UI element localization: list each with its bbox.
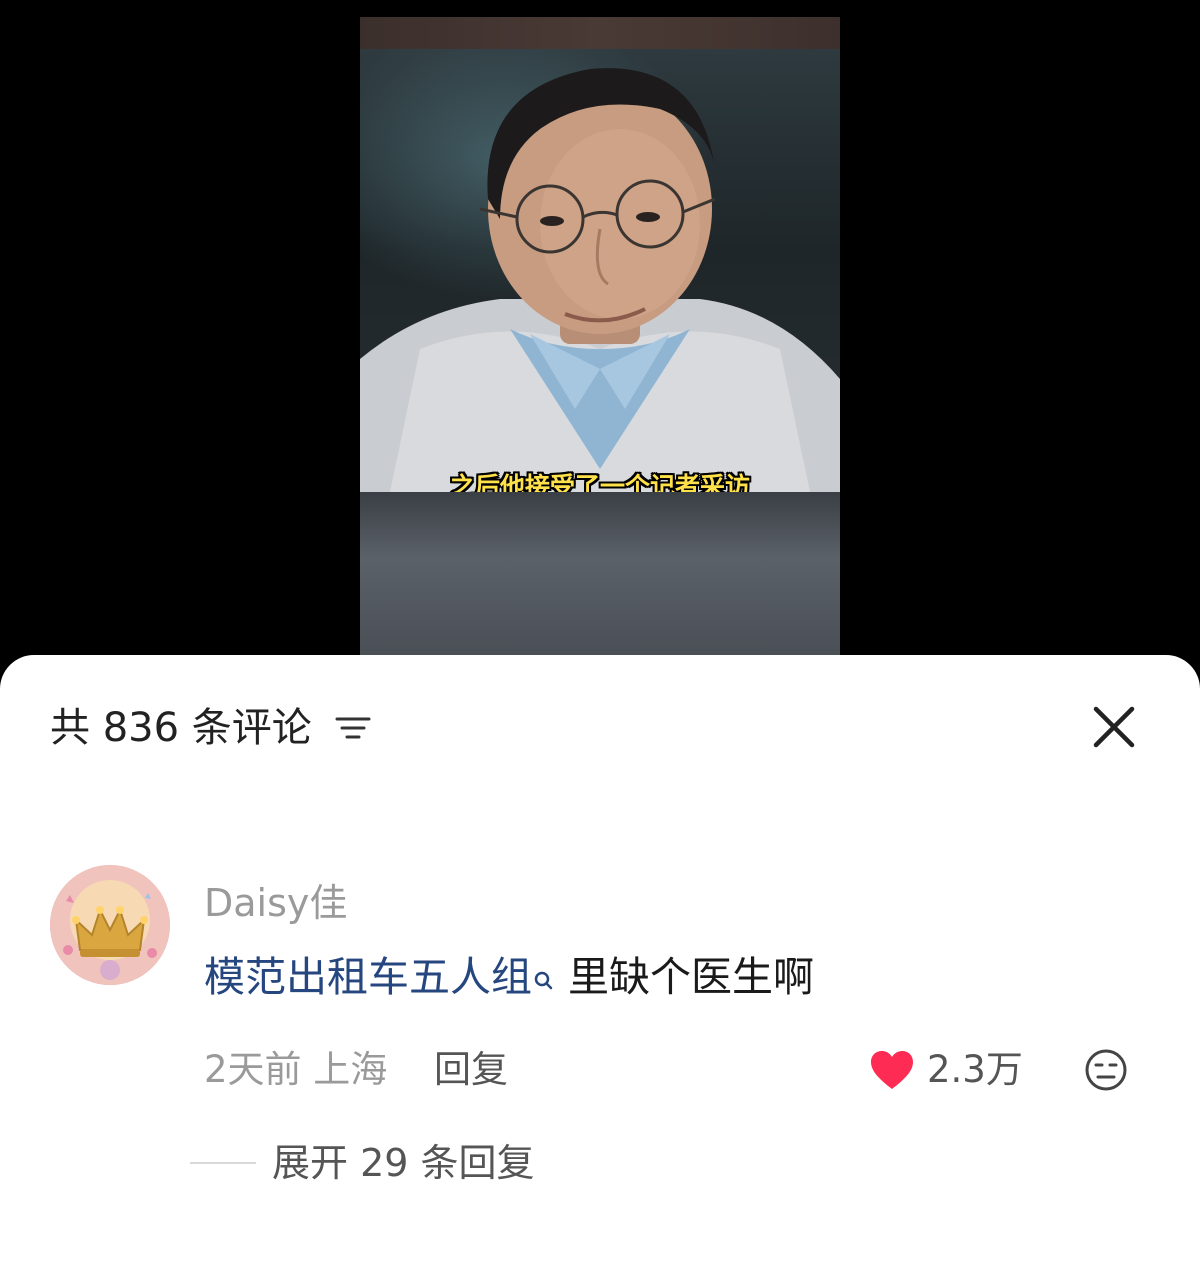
reply-button[interactable]: 回复 — [434, 1045, 508, 1095]
search-icon[interactable] — [532, 953, 554, 990]
heart-icon — [871, 1051, 913, 1089]
comments-sheet: 共 836 条评论 Daisy佳 模范出租车五人组 里缺个医生啊 2天前 上海 … — [0, 655, 1200, 1270]
like-button[interactable]: 2.3万 — [869, 1045, 1023, 1095]
comments-header: 共 836 条评论 — [50, 699, 372, 757]
expand-replies-label: 展开 29 条回复 — [272, 1141, 535, 1185]
dislike-button[interactable] — [1084, 1048, 1128, 1092]
expand-divider — [190, 1162, 256, 1164]
video-lower-area — [360, 492, 840, 657]
comment-text: 模范出租车五人组 里缺个医生啊 — [204, 949, 814, 1005]
like-count: 2.3万 — [927, 1048, 1023, 1091]
comment-username[interactable]: Daisy佳 — [204, 879, 347, 927]
sort-icon[interactable] — [334, 713, 372, 743]
avatar[interactable] — [50, 865, 170, 985]
video-top-strip — [360, 17, 840, 49]
comment-count: 共 836 条评论 — [50, 705, 312, 751]
video-player[interactable]: 之后他接受了一个记者采访 — [360, 17, 840, 657]
comment-time-location: 2天前 上海 — [204, 1048, 388, 1091]
comment-topic-link[interactable]: 模范出租车五人组 — [204, 953, 532, 1001]
comment-text-rest: 里缺个医生啊 — [568, 953, 814, 1001]
screen: 之后他接受了一个记者采访 共 836 条评论 Daisy佳 模范出租车五人组 里… — [0, 0, 1200, 1270]
video-person-illustration — [360, 68, 840, 492]
close-button[interactable] — [1090, 703, 1138, 751]
comment-meta: 2天前 上海 回复 2.3万 — [204, 1045, 1150, 1095]
crown-avatar-icon — [50, 865, 170, 985]
close-icon — [1093, 706, 1135, 748]
video-frame-image: 之后他接受了一个记者采访 — [360, 49, 840, 501]
dislike-face-icon — [1085, 1049, 1127, 1091]
expand-replies-button[interactable]: 展开 29 条回复 — [190, 1135, 535, 1191]
